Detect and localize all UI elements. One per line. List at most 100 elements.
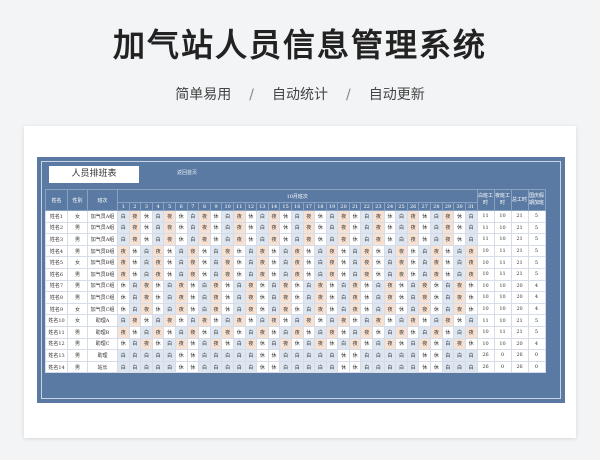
day-shift-cell: 白 — [267, 337, 281, 351]
shift-group-cell: 加气员B组 — [87, 256, 118, 269]
day-shift-cell: 夜 — [151, 267, 165, 281]
day-shift-cell: 白 — [453, 267, 466, 281]
day-shift-cell: 白 — [117, 360, 130, 374]
holiday-overtime-cell: 5 — [527, 221, 546, 235]
day-shift-cell: 白 — [174, 244, 188, 258]
day-shift-cell: 白 — [267, 302, 281, 316]
day-shift-cell: 休 — [279, 233, 292, 246]
shift-group-cell: 助理C — [87, 337, 118, 351]
day-shift-cell: 白 — [221, 233, 234, 246]
day-shift-cell: 白 — [140, 325, 153, 339]
day-shift-cell: 休 — [395, 291, 408, 304]
day-shift-cell: 夜 — [441, 210, 455, 223]
day-shift-cell: 夜 — [290, 244, 304, 258]
day-shift-cell: 休 — [325, 279, 339, 293]
day-shift-cell: 休 — [221, 302, 234, 316]
holiday-overtime-cell: 4 — [527, 291, 546, 304]
day-hours-cell: 11 — [476, 314, 495, 327]
holiday-overtime-cell: 4 — [527, 279, 546, 293]
day-shift-cell: 白 — [117, 210, 130, 223]
day-shift-cell: 白 — [348, 244, 362, 258]
night-hours-cell: 10 — [493, 314, 512, 327]
feature-separator: / — [346, 87, 351, 103]
day-shift-cell: 白 — [279, 256, 292, 269]
back-home-link[interactable]: 返回首页 — [177, 169, 197, 176]
staff-name-cell: 姓名5 — [45, 256, 68, 269]
day-shift-cell: 夜 — [418, 337, 432, 351]
schedule-table: 姓名 性别 班次 10月班次 白班工时 夜班工时 总工时 国庆假期加班 1 2 3 4 5 6 7 8 9 10 1… — [45, 189, 546, 374]
day-shift-cell: 夜 — [198, 233, 211, 246]
day-shift-cell: 休 — [117, 337, 130, 351]
col-header-day: 5 — [163, 202, 176, 211]
day-shift-cell: 白 — [337, 337, 350, 351]
day-shift-cell: 夜 — [279, 337, 292, 351]
day-shift-cell: 白 — [372, 291, 385, 304]
day-shift-cell: 夜 — [232, 314, 246, 327]
day-shift-cell: 夜 — [418, 279, 432, 293]
day-shift-cell: 白 — [325, 314, 339, 327]
day-shift-cell: 白 — [117, 314, 130, 327]
day-hours-cell: 10 — [476, 291, 495, 304]
day-shift-cell: 白 — [395, 314, 408, 327]
day-shift-cell: 夜 — [337, 233, 350, 246]
gender-cell: 男 — [67, 244, 88, 258]
col-header-day: 9 — [209, 202, 223, 211]
day-shift-cell: 休 — [290, 291, 304, 304]
col-header-day: 1 — [117, 202, 130, 211]
day-hours-cell: 10 — [476, 302, 495, 316]
day-shift-cell: 休 — [395, 279, 408, 293]
day-shift-cell: 休 — [337, 360, 350, 374]
day-shift-cell: 白 — [302, 349, 316, 362]
day-shift-cell: 夜 — [453, 291, 466, 304]
schedule-frame: 人员排班表 返回首页 姓名 性别 班次 10月班次 白班工时 夜班工时 总工时 国庆假期加班 1… — [37, 157, 565, 403]
day-shift-cell: 白 — [372, 302, 385, 316]
total-hours-cell: 21 — [510, 244, 529, 258]
table-row: 姓名10 女助理A 白夜休白夜休白夜休白夜休白夜休白夜休白夜休白夜休白夜休白夜休白 1… — [45, 314, 546, 327]
day-shift-cell: 白 — [174, 325, 188, 339]
day-shift-cell: 休 — [464, 337, 478, 351]
day-shift-cell: 休 — [441, 267, 455, 281]
day-shift-cell: 白 — [360, 360, 374, 374]
day-shift-cell: 夜 — [348, 279, 362, 293]
day-shift-cell: 夜 — [256, 256, 269, 269]
day-shift-cell: 白 — [348, 256, 362, 269]
day-shift-cell: 夜 — [221, 325, 234, 339]
day-shift-cell: 白 — [383, 267, 397, 281]
day-shift-cell: 休 — [302, 267, 316, 281]
day-hours-cell: 10 — [476, 279, 495, 293]
table-row: 姓名5 女加气员B组夜休白夜休白夜休白夜休白夜休白夜休白夜休白夜休白夜休白夜休白夜… — [45, 256, 546, 269]
night-hours-cell: 11 — [493, 244, 512, 258]
day-shift-cell: 休 — [348, 210, 362, 223]
day-shift-cell: 夜 — [140, 291, 153, 304]
day-shift-cell: 白 — [337, 279, 350, 293]
day-hours-cell: 10 — [476, 256, 495, 269]
day-shift-cell: 夜 — [464, 267, 478, 281]
day-shift-cell: 夜 — [453, 337, 466, 351]
day-shift-cell: 夜 — [209, 279, 223, 293]
day-shift-cell: 休 — [395, 337, 408, 351]
day-shift-cell: 夜 — [174, 291, 188, 304]
day-shift-cell: 休 — [395, 302, 408, 316]
night-hours-cell: 0 — [493, 349, 512, 362]
total-hours-cell: 21 — [510, 210, 529, 223]
col-header-day: 21 — [348, 202, 362, 211]
day-shift-cell: 休 — [314, 314, 327, 327]
day-shift-cell: 白 — [383, 244, 397, 258]
total-hours-cell: 20 — [510, 279, 529, 293]
col-header-day: 19 — [325, 202, 339, 211]
day-shift-cell: 白 — [209, 325, 223, 339]
day-shift-cell: 休 — [279, 221, 292, 235]
table-row: 姓名13 男助理白白白白白休休白白白白白休休白白白白白休休白白白白白休休白白白 26… — [45, 349, 546, 362]
table-row: 姓名3 男加气员A组白夜休白夜休白夜休白夜休白夜休白夜休白夜休白夜休白夜休白夜休白… — [45, 233, 546, 246]
day-shift-cell: 休 — [174, 221, 188, 235]
day-shift-cell: 白 — [198, 349, 211, 362]
day-shift-cell: 夜 — [267, 233, 281, 246]
day-shift-cell: 白 — [186, 221, 200, 235]
day-shift-cell: 白 — [151, 314, 165, 327]
day-shift-cell: 休 — [348, 233, 362, 246]
day-shift-cell: 休 — [430, 349, 443, 362]
day-shift-cell: 夜 — [383, 291, 397, 304]
day-shift-cell: 白 — [209, 360, 223, 374]
day-shift-cell: 休 — [441, 244, 455, 258]
day-shift-cell: 休 — [360, 337, 374, 351]
